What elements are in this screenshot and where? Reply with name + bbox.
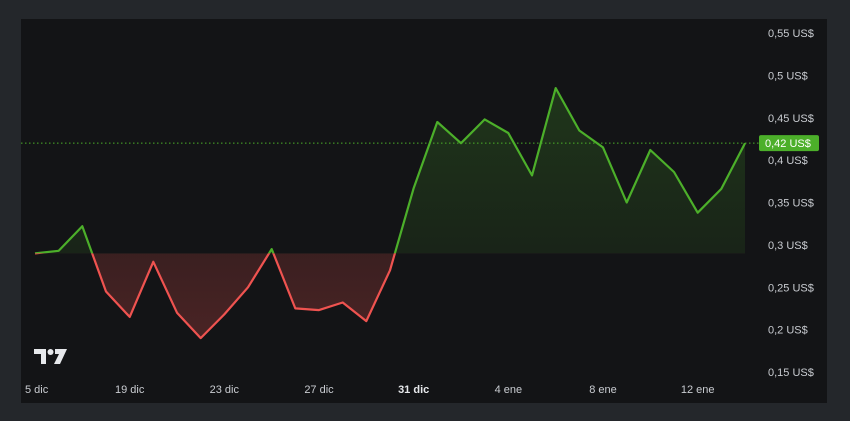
- y-tick-label: 0,2 US$: [768, 325, 808, 337]
- data-point-3: [104, 290, 108, 294]
- y-tick-label: 0,3 US$: [768, 240, 808, 252]
- x-tick-label: 27 dic: [304, 384, 334, 396]
- y-tick-label: 0,55 US$: [768, 28, 814, 40]
- data-point-16: [412, 186, 416, 190]
- data-point-15: [388, 268, 392, 272]
- y-axis: 0,55 US$ 0,5 US$ 0,45 US$ 0,4 US$ 0,35 US$ 0,…: [768, 28, 814, 379]
- y-tick-label: 0,25 US$: [768, 282, 814, 294]
- data-point-6: [175, 311, 179, 315]
- data-point-1: [57, 249, 61, 253]
- last-price-tag: 0,42 US$: [759, 135, 819, 152]
- data-point-7: [199, 336, 203, 340]
- data-point-21: [530, 173, 534, 177]
- y-tick-label: 0,5 US$: [768, 70, 808, 82]
- data-point-13: [341, 301, 345, 305]
- data-point-10: [270, 247, 274, 251]
- data-point-25: [625, 201, 629, 205]
- data-point-14: [364, 319, 368, 323]
- data-point-23: [577, 129, 581, 133]
- data-point-27: [672, 170, 676, 174]
- x-tick-label: 19 dic: [115, 384, 145, 396]
- y-tick-label: 0,45 US$: [768, 113, 814, 125]
- area-fill-above-baseline: [35, 88, 745, 254]
- tradingview-logo-icon: [34, 349, 67, 364]
- x-tick-label: 12 ene: [681, 384, 715, 396]
- data-point-8: [222, 312, 226, 316]
- data-point-2: [80, 224, 84, 228]
- data-point-20: [506, 131, 510, 135]
- data-point-24: [601, 145, 605, 149]
- data-point-29: [719, 187, 723, 191]
- data-point-22: [554, 86, 558, 90]
- data-point-12: [317, 308, 321, 312]
- data-point-19: [483, 117, 487, 121]
- x-tick-label: 4 ene: [495, 384, 523, 396]
- data-point-26: [648, 148, 652, 152]
- data-point-4: [128, 315, 132, 319]
- y-tick-label: 0,35 US$: [768, 198, 814, 210]
- chart-panel: 0,55 US$ 0,5 US$ 0,45 US$ 0,4 US$ 0,35 US$ 0,…: [21, 19, 827, 403]
- last-price-label: 0,42 US$: [765, 138, 811, 150]
- tradingview-logo[interactable]: [33, 347, 69, 367]
- data-point-17: [435, 120, 439, 124]
- price-chart[interactable]: 0,55 US$ 0,5 US$ 0,45 US$ 0,4 US$ 0,35 US$ 0,…: [21, 19, 827, 403]
- data-point-28: [696, 211, 700, 215]
- y-tick-label: 0,4 US$: [768, 155, 808, 167]
- x-axis: 5 dic 19 dic 23 dic 27 dic 31 dic 4 ene 8 ene 1…: [25, 384, 714, 396]
- x-tick-label: 5 dic: [25, 384, 49, 396]
- x-tick-label: 8 ene: [589, 384, 617, 396]
- data-point-11: [293, 306, 297, 310]
- x-tick-label: 23 dic: [210, 384, 240, 396]
- data-point-0: [33, 251, 37, 255]
- data-point-5: [151, 260, 155, 264]
- y-tick-label: 0,15 US$: [768, 367, 814, 379]
- x-tick-label: 31 dic: [398, 384, 429, 396]
- data-point-9: [246, 285, 250, 289]
